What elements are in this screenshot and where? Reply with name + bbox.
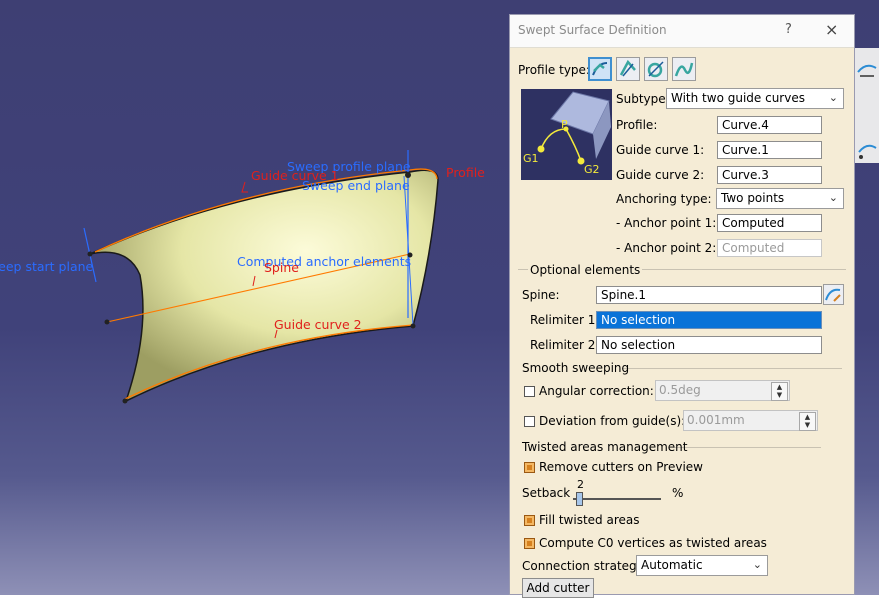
deviation-label: Deviation from guide(s): xyxy=(539,414,686,428)
anchoring-type-select[interactable]: Two points ⌄ xyxy=(716,188,844,209)
setback-value: 2 xyxy=(577,478,584,491)
spinner-arrows-icon: ▲ ▼ xyxy=(799,412,816,431)
profile-type-conic-icon[interactable] xyxy=(672,57,696,81)
relimiter-1-field[interactable]: No selection xyxy=(596,311,822,329)
dialog-titlebar[interactable]: Swept Surface Definition ? × xyxy=(510,15,854,48)
connection-strategy-value: Automatic xyxy=(641,558,703,572)
remove-cutters-checkbox[interactable] xyxy=(524,462,535,473)
compute-c0-label: Compute C0 vertices as twisted areas xyxy=(539,536,767,550)
add-cutter-button[interactable]: Add cutter xyxy=(522,578,594,598)
subtype-label: Subtype: xyxy=(616,92,670,106)
chevron-down-icon: ⌄ xyxy=(828,91,838,104)
dialog-title: Swept Surface Definition xyxy=(518,23,667,37)
swept-surface-dialog: Swept Surface Definition ? × Profile typ… xyxy=(509,14,855,598)
angular-correction-checkbox[interactable] xyxy=(524,386,535,397)
deviation-spinner: 0.001mm ▲ ▼ xyxy=(683,410,818,431)
profile-field[interactable]: Curve.4 xyxy=(717,116,822,134)
setback-label: Setback xyxy=(522,486,571,500)
connection-strategy-label: Connection strategy: xyxy=(522,559,647,573)
guide-curve-1-field-label: Guide curve 1: xyxy=(616,143,705,157)
spine-select-icon[interactable] xyxy=(823,284,844,305)
spine-label: Spine xyxy=(264,260,299,275)
relimiter-2-label: Relimiter 2: xyxy=(530,338,600,352)
swept-surface xyxy=(89,169,439,403)
guide-curve-2-label: Guide curve 2 xyxy=(274,317,362,332)
twisted-group-line xyxy=(673,447,821,448)
spine-field-label: Spine: xyxy=(522,288,560,302)
profile-type-circle-icon[interactable] xyxy=(644,57,668,81)
guide-curve-1-label: Guide curve 1 xyxy=(251,168,339,183)
remove-cutters-label: Remove cutters on Preview xyxy=(539,460,703,474)
chevron-down-icon: ⌄ xyxy=(752,558,762,571)
subtype-value: With two guide curves xyxy=(671,91,805,105)
anchor-point-2-field: Computed xyxy=(717,239,822,257)
anchor-point-1-label: - Anchor point 1: xyxy=(616,216,717,230)
twisted-areas-title: Twisted areas management xyxy=(522,440,688,454)
relimiter-1-label: Relimiter 1: xyxy=(530,313,600,327)
deviation-value: 0.001mm xyxy=(687,413,745,427)
guide-curve-1-field[interactable]: Curve.1 xyxy=(717,141,822,159)
compute-c0-checkbox[interactable] xyxy=(524,538,535,549)
setback-unit: % xyxy=(672,486,684,500)
help-icon[interactable]: ? xyxy=(785,22,792,37)
anchoring-type-value: Two points xyxy=(721,191,785,205)
spine-field[interactable]: Spine.1 xyxy=(596,286,822,304)
anchoring-type-label: Anchoring type: xyxy=(616,192,712,206)
fill-twisted-checkbox[interactable] xyxy=(524,515,535,526)
preview-g2-label: G2 xyxy=(584,163,600,176)
anchor-point-2-label: - Anchor point 2: xyxy=(616,241,717,255)
close-icon[interactable]: × xyxy=(825,20,838,39)
preview-p-label: P xyxy=(561,118,568,131)
profile-type-line-icon[interactable] xyxy=(616,57,640,81)
chevron-down-icon: ⌄ xyxy=(828,191,838,204)
guide-curve-2-field-label: Guide curve 2: xyxy=(616,168,705,182)
relimiter-2-field[interactable]: No selection xyxy=(596,336,822,354)
smooth-sweeping-title: Smooth sweeping xyxy=(522,361,630,375)
guide-curve-2-field[interactable]: Curve.3 xyxy=(717,166,822,184)
profile-label: Profile xyxy=(446,165,485,180)
profile-type-explicit-icon[interactable] xyxy=(588,57,612,81)
angular-correction-value: 0.5deg xyxy=(659,383,701,397)
sweep-preview-image: P G1 G2 xyxy=(521,89,612,180)
optional-elements-title: Optional elements xyxy=(528,263,643,277)
setback-slider-thumb[interactable] xyxy=(576,492,583,506)
setback-slider-track[interactable] xyxy=(573,498,661,500)
angular-correction-label: Angular correction: xyxy=(539,384,654,398)
deviation-checkbox[interactable] xyxy=(524,416,535,427)
toolbar-sweep-icon[interactable] xyxy=(856,140,878,162)
spinner-arrows-icon: ▲ ▼ xyxy=(771,382,788,401)
smooth-group-line xyxy=(622,368,842,369)
angular-correction-spinner: 0.5deg ▲ ▼ xyxy=(655,380,790,401)
preview-g1-label: G1 xyxy=(523,152,539,165)
connection-strategy-select[interactable]: Automatic ⌄ xyxy=(636,555,768,576)
profile-label: Profile: xyxy=(616,118,658,132)
toolbar-surface-icon[interactable] xyxy=(856,58,878,80)
fill-twisted-label: Fill twisted areas xyxy=(539,513,640,527)
anchor-point-1-field[interactable]: Computed xyxy=(717,214,822,232)
sweep-start-plane-label: Sweep start plane xyxy=(0,259,94,274)
subtype-select[interactable]: With two guide curves ⌄ xyxy=(666,88,844,109)
profile-type-label: Profile type: xyxy=(518,63,590,77)
